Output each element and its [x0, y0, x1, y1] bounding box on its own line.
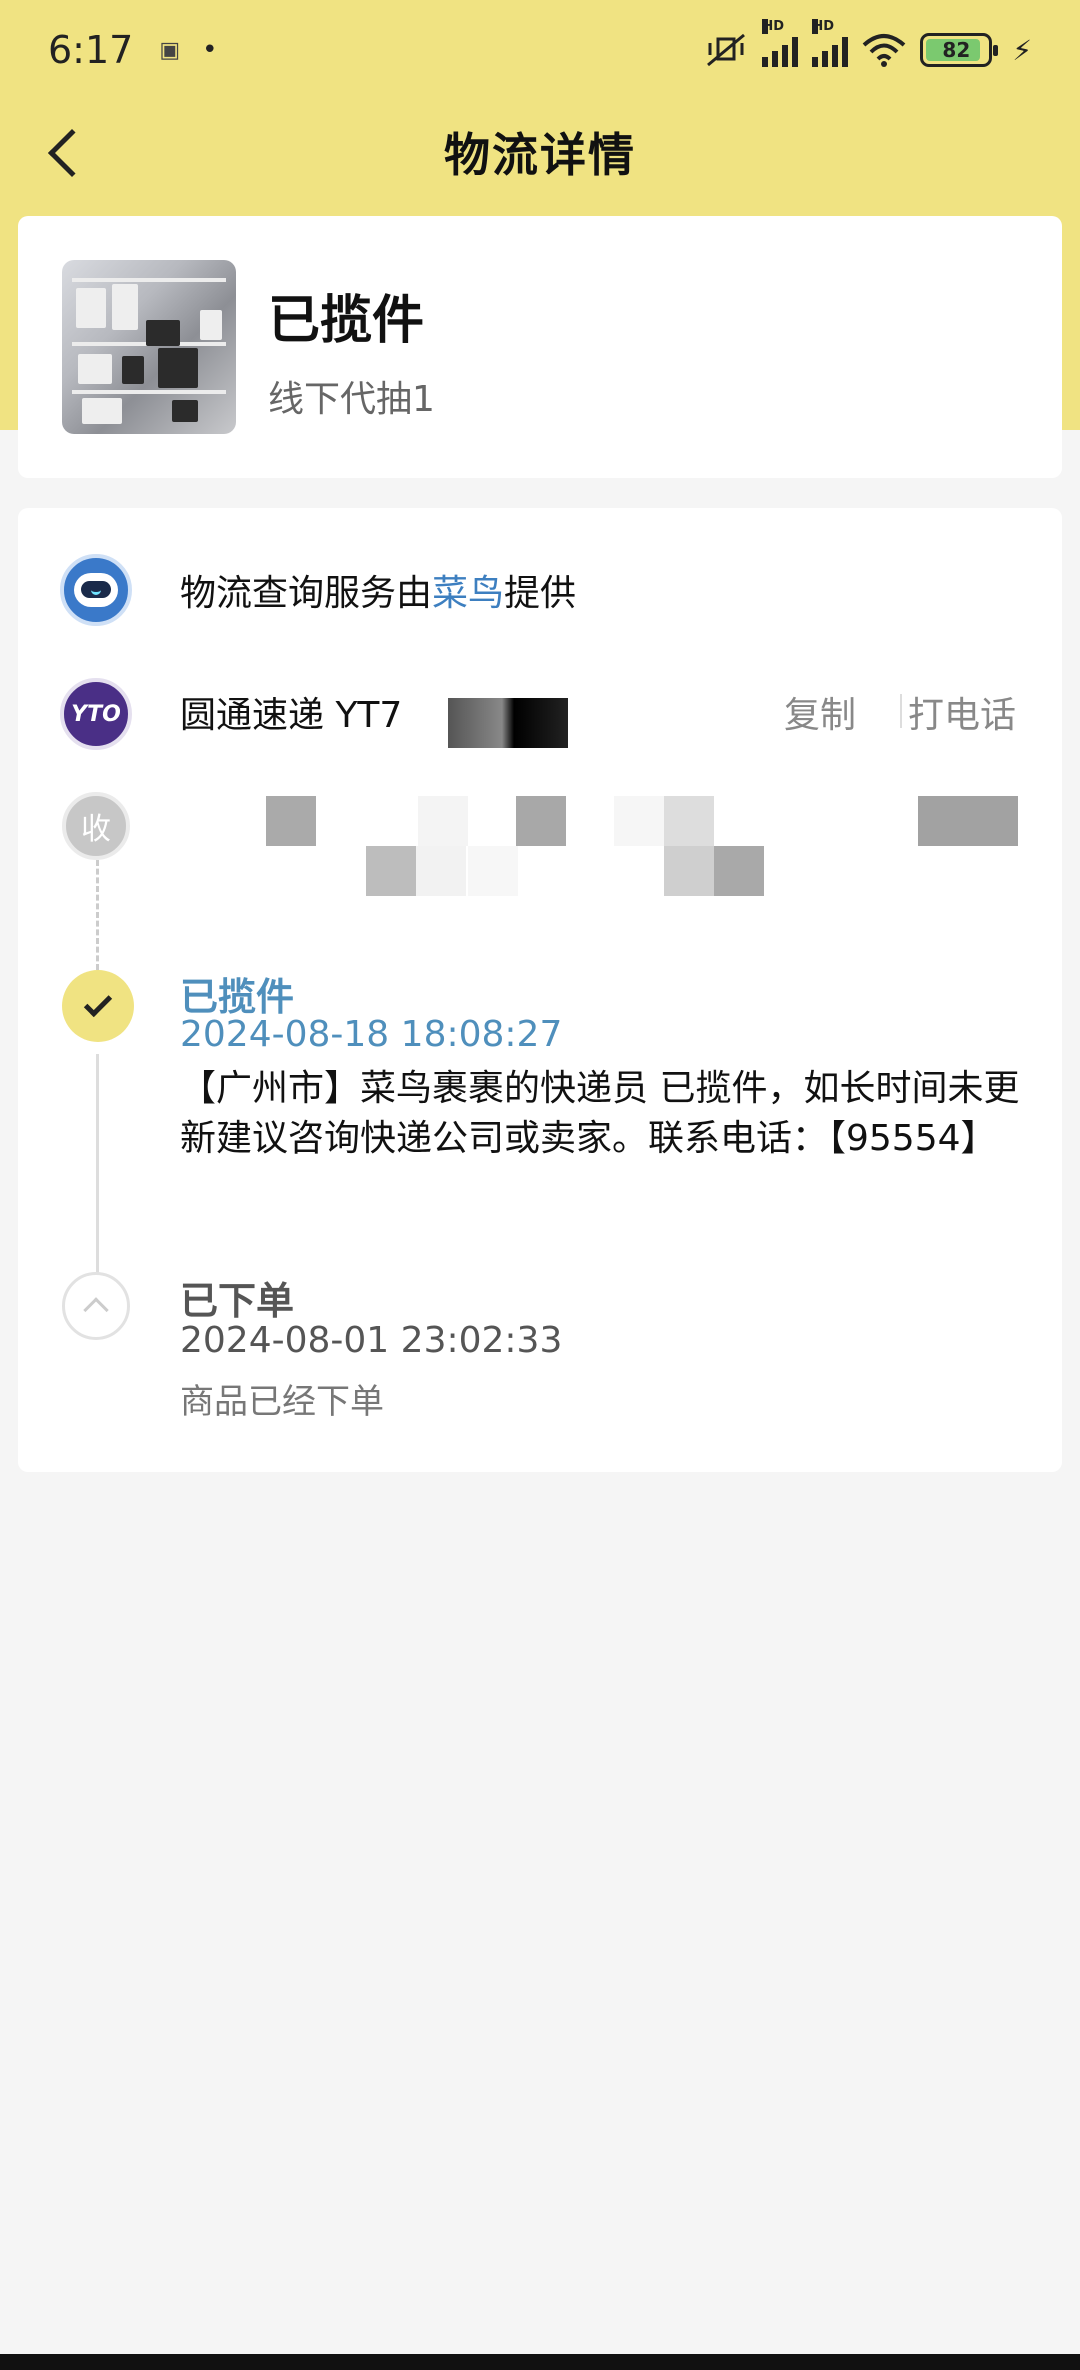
- divider: [900, 694, 902, 728]
- event-title: 已揽件: [180, 975, 295, 1019]
- mute-vibrate-icon: [707, 33, 746, 67]
- copy-button[interactable]: 复制: [784, 686, 856, 738]
- chevron-up-icon: [83, 1297, 109, 1323]
- provider-link[interactable]: 菜鸟: [432, 573, 504, 614]
- event-time: 2024-08-18 18:08:27: [180, 1014, 563, 1055]
- call-button[interactable]: 打电话: [908, 686, 1016, 738]
- check-icon: [83, 988, 113, 1018]
- event-description: 商品已经下单: [180, 1382, 384, 1422]
- wifi-icon: [862, 34, 906, 67]
- signal-icon-2: HD: [812, 19, 849, 67]
- status-time: 6:17: [48, 28, 134, 72]
- status-extra: •: [202, 35, 218, 65]
- tracking-number-redacted: [448, 698, 568, 748]
- product-name: 线下代抽1: [268, 379, 435, 420]
- timeline-line: [96, 1054, 99, 1308]
- timeline-node-expand[interactable]: [62, 1272, 130, 1340]
- status-right: HD HD 82 ⚡: [704, 19, 1032, 69]
- yto-logo-icon: YTO: [60, 678, 132, 750]
- cainiao-logo-icon: [60, 554, 132, 626]
- timeline-node-done: [62, 970, 134, 1042]
- receiver-badge: 收: [62, 792, 130, 860]
- charging-icon: ⚡: [1012, 33, 1032, 67]
- title-bar: 物流详情: [0, 100, 1080, 204]
- page-title: 物流详情: [444, 128, 636, 182]
- signal-icon: HD: [762, 19, 799, 67]
- event-time: 2024-08-01 23:02:33: [180, 1320, 563, 1361]
- event-description: 【广州市】菜鸟裹裹的快递员 已揽件，如长时间未更新建议咨询快递公司或卖家。联系电…: [180, 1068, 1020, 1159]
- navigation-bar: [0, 2354, 1080, 2370]
- event-title: 已下单: [180, 1279, 295, 1323]
- product-card[interactable]: 已揽件 线下代抽1: [18, 216, 1062, 478]
- back-button[interactable]: [30, 118, 100, 188]
- battery-icon: 82: [920, 33, 999, 67]
- timeline-dashed-line: [96, 860, 99, 970]
- product-thumbnail[interactable]: [62, 260, 236, 434]
- back-icon: [47, 128, 97, 178]
- notification-icon: ▣: [159, 37, 181, 63]
- logistics-card: 物流查询服务由菜鸟提供 YTO 圆通速递 YT7 复制 打电话 收 已揽件 20…: [18, 508, 1062, 1472]
- receiver-address-redacted: [158, 778, 1048, 918]
- provider-text: 物流查询服务由菜鸟提供: [180, 573, 577, 614]
- carrier-tracking: 圆通速递 YT7: [180, 695, 403, 736]
- shipment-status: 已揽件: [268, 291, 425, 351]
- status-bar: 6:17 ▣ • HD HD 82 ⚡: [0, 0, 1080, 100]
